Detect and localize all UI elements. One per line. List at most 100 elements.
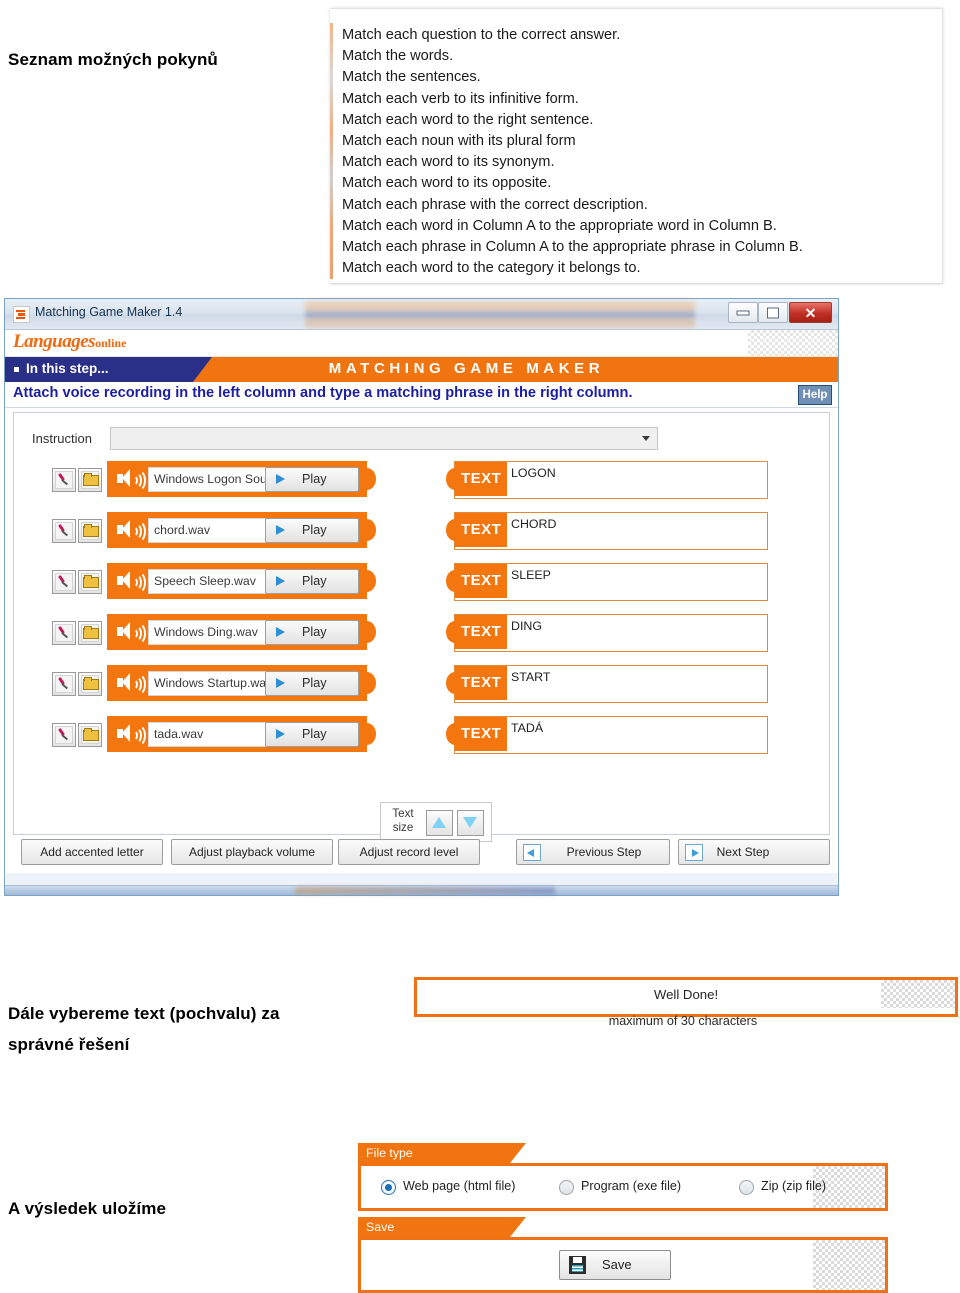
save-button[interactable]: Save [559,1250,671,1280]
folder-icon [83,677,99,690]
record-button[interactable] [52,570,76,594]
praise-text-field[interactable]: Well Done! [414,977,958,1017]
audio-slot: Speech Sleep.wav Play [107,563,376,599]
text-slot: TEXT DING [446,614,768,652]
instruction-option[interactable]: Match each word in Column A to the appro… [342,216,936,237]
instruction-option[interactable]: Match each noun with its plural form [342,131,936,152]
play-label: Play [302,675,327,690]
folder-icon [83,728,99,741]
maximize-button[interactable] [758,302,788,323]
file-type-panel-body: Web page (html file) Program (exe file) … [358,1163,888,1211]
play-icon [276,627,285,637]
match-text-input[interactable]: CHORD [511,517,556,531]
record-button[interactable] [52,723,76,747]
play-button[interactable]: Play [265,569,359,594]
play-button[interactable]: Play [265,620,359,645]
match-text-input[interactable]: TADÁ [511,721,543,735]
speaker-icon [117,571,146,594]
text-slot: TEXT CHORD [446,512,768,550]
text-tag-label: TEXT [461,674,502,691]
adjust-record-level-button[interactable]: Adjust record level [338,839,480,865]
play-icon [276,678,285,688]
play-label: Play [302,726,327,741]
transparency-checker [748,330,838,356]
instruction-dropdown[interactable] [110,427,658,450]
speaker-icon [117,673,146,696]
instruction-label: Instruction [32,431,92,446]
annotation-middle-line1: Dále vybereme text (pochvalu) za [8,1004,280,1023]
step-header-bar: In this step... MATCHING GAME MAKER [5,357,838,382]
arrow-left-icon [523,844,541,861]
speaker-icon [117,520,146,543]
chevron-down-icon [642,436,650,441]
text-tag-label: TEXT [461,572,502,589]
instruction-option[interactable]: Match each word to the right sentence. [342,110,936,131]
instruction-option[interactable]: Match each word to the category it belon… [342,258,936,279]
pair-row: Windows Ding.wav Play TEXT DING [14,612,829,652]
instruction-option[interactable]: Match the sentences. [342,67,936,88]
instruction-option[interactable]: Match each phrase with the correct descr… [342,195,936,216]
logo-sub-text: online [95,336,127,350]
triangle-down-icon [463,817,477,828]
audio-slot: Windows Startup.wav Play [107,665,376,701]
step-description: Attach voice recording in the left colum… [13,385,633,401]
text-size-label-line2: size [392,821,414,834]
text-tag-label: TEXT [461,725,502,742]
close-button[interactable]: ✕ [789,302,832,323]
text-tag: TEXT [446,513,507,547]
match-text-input[interactable]: START [511,670,550,684]
browse-file-button[interactable] [78,570,102,594]
minimize-button[interactable] [728,302,758,323]
next-step-button[interactable]: Next Step [678,839,830,865]
languages-online-logo: Languagesonline [13,331,126,353]
text-slot: TEXT START [446,665,768,703]
text-slot: TEXT SLEEP [446,563,768,601]
instruction-option[interactable]: Match each question to the correct answe… [342,25,936,46]
record-button[interactable] [52,519,76,543]
browse-file-button[interactable] [78,672,102,696]
annotation-top: Seznam možných pokynů [8,50,218,69]
text-slot: TEXT LOGON [446,461,768,499]
play-button[interactable]: Play [265,671,359,696]
instruction-options-list[interactable]: Match each question to the correct answe… [330,8,943,284]
app-headline: MATCHING GAME MAKER [328,360,605,377]
audio-slot: Windows Ding.wav Play [107,614,376,650]
audio-slot: chord.wav Play [107,512,376,548]
radio-zip-label: Zip (zip file) [761,1179,827,1193]
instruction-option[interactable]: Match each word to its synonym. [342,152,936,173]
browse-file-button[interactable] [78,723,102,747]
browse-file-button[interactable] [78,519,102,543]
radio-icon [739,1180,754,1195]
text-size-increase-button[interactable] [426,810,453,836]
play-button[interactable]: Play [265,722,359,747]
match-text-input[interactable]: LOGON [511,466,556,480]
instruction-options-rows: Match each question to the correct answe… [342,25,936,279]
radio-icon [381,1180,396,1195]
play-label: Play [302,522,327,537]
instruction-option[interactable]: Match each verb to its infinitive form. [342,89,936,110]
step-description-row: Attach voice recording in the left colum… [5,382,838,408]
match-text-input[interactable]: SLEEP [511,568,551,582]
record-button[interactable] [52,468,76,492]
text-size-decrease-button[interactable] [457,810,484,836]
browse-file-button[interactable] [78,468,102,492]
play-button[interactable]: Play [265,467,359,492]
play-icon [276,525,285,535]
add-accented-letter-button[interactable]: Add accented letter [21,839,163,865]
adjust-playback-volume-button[interactable]: Adjust playback volume [171,839,333,865]
instruction-option[interactable]: Match each word to its opposite. [342,173,936,194]
play-button[interactable]: Play [265,518,359,543]
audio-file-name: chord.wav [154,523,211,537]
transparency-checker [813,1240,885,1290]
previous-step-button[interactable]: Previous Step [516,839,670,865]
record-button[interactable] [52,672,76,696]
file-type-panel-header: File type [358,1143,526,1163]
audio-file-name: Windows Startup.wav [154,676,273,690]
instruction-option[interactable]: Match the words. [342,46,936,67]
record-button[interactable] [52,621,76,645]
instruction-option[interactable]: Match each phrase in Column A to the app… [342,237,936,258]
browse-file-button[interactable] [78,621,102,645]
help-button[interactable]: Help [798,385,832,405]
text-tag-label: TEXT [461,521,502,538]
match-text-input[interactable]: DING [511,619,542,633]
